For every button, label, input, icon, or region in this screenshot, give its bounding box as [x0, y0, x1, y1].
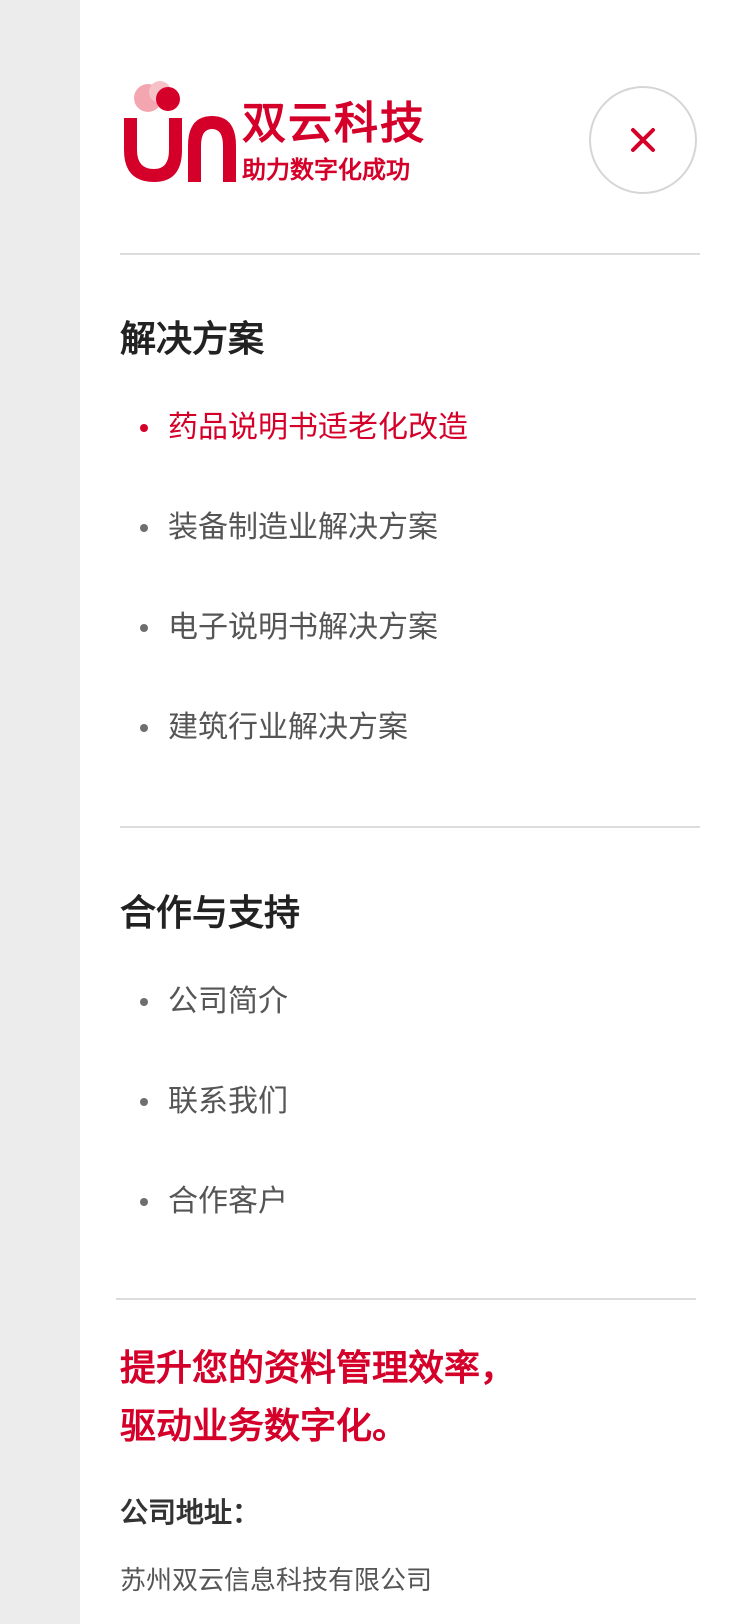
menu-item-label: 合作客户	[168, 1184, 288, 1219]
page: 双云科技 助力数字化成功 解决方案 药品说明书适老化改造 装备制造业解决方案 电…	[0, 0, 750, 1624]
close-icon	[631, 128, 655, 152]
bullet-icon	[140, 1198, 148, 1206]
menu-item-contact-us[interactable]: 联系我们	[120, 1052, 700, 1152]
bullet-icon	[140, 998, 148, 1006]
menu-item-label: 药品说明书适老化改造	[168, 410, 468, 445]
section-title-solutions: 解决方案	[120, 319, 265, 360]
menu-item-partners[interactable]: 合作客户	[120, 1152, 700, 1252]
address-label: 公司地址：	[120, 1496, 261, 1529]
menu-item-construction[interactable]: 建筑行业解决方案	[120, 678, 700, 778]
address-value: 苏州双云信息科技有限公司	[120, 1566, 433, 1596]
menu-item-elderly-friendly-leaflet[interactable]: 药品说明书适老化改造	[120, 378, 700, 478]
close-button[interactable]	[589, 86, 697, 194]
menu-item-label: 公司简介	[168, 984, 288, 1019]
divider-bottom	[116, 1298, 696, 1300]
brand-name: 双云科技	[242, 98, 426, 149]
bullet-icon	[140, 424, 148, 432]
divider-top	[120, 253, 700, 255]
divider-middle	[120, 826, 700, 828]
section-title-cooperation: 合作与支持	[120, 893, 301, 934]
overlay-backdrop[interactable]	[0, 0, 80, 1624]
promo-slogan: 提升您的资料管理效率， 驱动业务数字化。	[120, 1340, 700, 1456]
logo-mark-icon	[124, 81, 236, 182]
menu-item-label: 联系我们	[168, 1084, 288, 1119]
menu-item-label: 装备制造业解决方案	[168, 510, 438, 545]
bullet-icon	[140, 624, 148, 632]
solutions-menu: 药品说明书适老化改造 装备制造业解决方案 电子说明书解决方案 建筑行业解决方案	[120, 378, 700, 778]
bullet-icon	[140, 1098, 148, 1106]
menu-item-company-profile[interactable]: 公司简介	[120, 952, 700, 1052]
navigation-drawer: 双云科技 助力数字化成功 解决方案 药品说明书适老化改造 装备制造业解决方案 电…	[80, 0, 750, 1624]
menu-item-label: 电子说明书解决方案	[168, 610, 438, 645]
bullet-icon	[140, 524, 148, 532]
cooperation-menu: 公司简介 联系我们 合作客户	[120, 952, 700, 1252]
promo-line-1: 提升您的资料管理效率，	[120, 1348, 517, 1389]
menu-item-label: 建筑行业解决方案	[168, 710, 408, 745]
menu-item-equipment-manufacturing[interactable]: 装备制造业解决方案	[120, 478, 700, 578]
drawer-header: 双云科技 助力数字化成功	[120, 70, 710, 210]
logo[interactable]: 双云科技 助力数字化成功	[120, 80, 450, 190]
brand-slogan: 助力数字化成功	[242, 156, 410, 184]
menu-item-electronic-manual[interactable]: 电子说明书解决方案	[120, 578, 700, 678]
bullet-icon	[140, 724, 148, 732]
promo-line-2: 驱动业务数字化。	[120, 1406, 409, 1447]
